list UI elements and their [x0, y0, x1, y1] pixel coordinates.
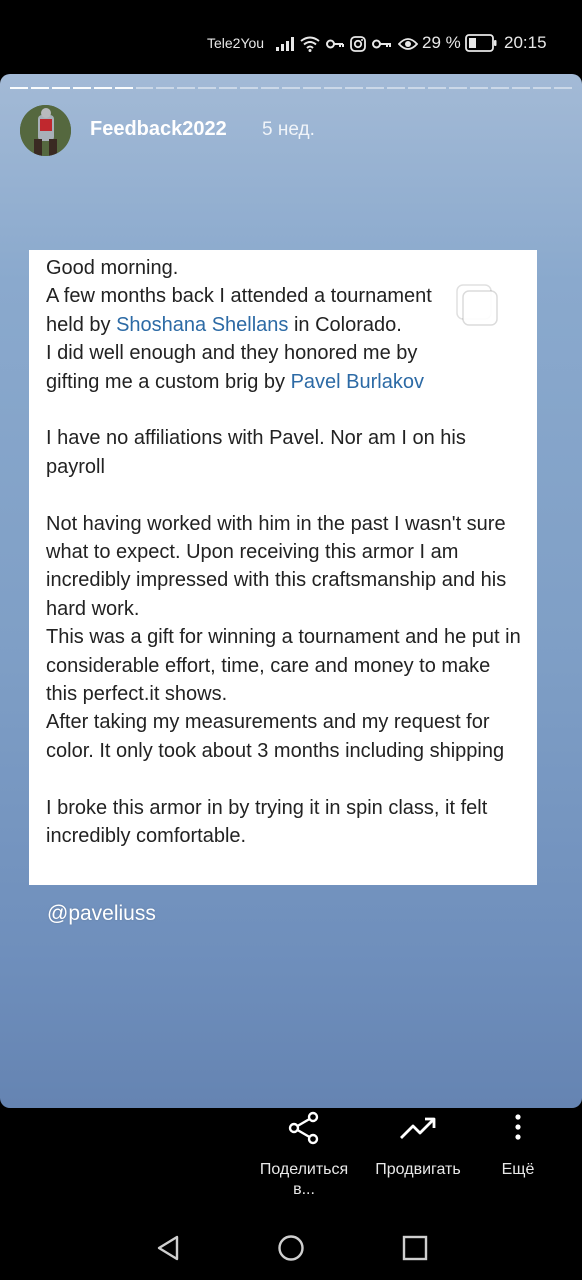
progress-segment: [365, 87, 384, 89]
progress-segment: [198, 87, 217, 89]
instagram-icon: [350, 36, 366, 52]
progress-segment: [93, 87, 112, 89]
carrier-name: Tele2You: [207, 35, 265, 51]
progress-segment: [449, 87, 468, 89]
link-shoshana-shellans[interactable]: Shoshana Shellans: [116, 314, 288, 336]
post-line: gifting me a custom brig by Pavel Burlak…: [46, 370, 424, 393]
progress-segment: [114, 87, 133, 89]
post-line: I did well enough and they honored me by: [46, 342, 418, 365]
status-icons: [276, 32, 418, 56]
key-icon-2: [372, 39, 391, 49]
post-paragraph: This was a gift for winning a tournament…: [46, 626, 521, 706]
progress-segment: [407, 87, 426, 89]
post-text: Good morning. A few months back I attend…: [46, 254, 526, 850]
key-icon: [326, 39, 344, 49]
post-line: A few months back I attended a tournamen…: [46, 285, 432, 308]
progress-segment: [51, 87, 70, 89]
promote-button[interactable]: Продвигать: [367, 1108, 469, 1180]
post-paragraph: I broke this armor in by trying it in sp…: [46, 796, 488, 848]
progress-segment: [491, 87, 510, 89]
copy-icon: [456, 284, 498, 326]
story-action-bar: Поделиться в... Продвигать Ещё: [0, 1108, 582, 1218]
eye-icon: [398, 38, 418, 50]
progress-segment: [428, 87, 447, 89]
share-button[interactable]: Поделиться в...: [254, 1108, 354, 1200]
more-vertical-icon: [515, 1114, 521, 1140]
progress-segment: [219, 87, 238, 89]
progress-segment: [261, 87, 279, 89]
progress-segment: [72, 87, 91, 89]
more-button[interactable]: Ещё: [494, 1108, 542, 1180]
post-age: 5 нед.: [262, 119, 315, 140]
share-label: Поделиться в...: [259, 1161, 349, 1198]
more-label: Ещё: [501, 1161, 535, 1178]
post-line: Good morning.: [46, 257, 179, 279]
back-icon[interactable]: [155, 1234, 181, 1262]
mention-sticker[interactable]: @paveliuss: [47, 902, 156, 926]
progress-segment: [156, 87, 175, 89]
share-icon: [288, 1111, 319, 1145]
promote-label: Продвигать: [375, 1161, 461, 1178]
system-navigation-bar: [0, 1218, 582, 1280]
signal-icon: [276, 37, 294, 51]
avatar[interactable]: [20, 105, 71, 156]
progress-segment: [470, 87, 489, 89]
trending-up-icon: [400, 1117, 436, 1139]
progress-segment: [323, 87, 342, 89]
story-progress-bar: [10, 87, 572, 89]
status-bar: Tele2You 29 % 20:15: [0, 0, 582, 74]
post-line: held by Shoshana Shellans in Colorado.: [46, 313, 402, 336]
home-icon[interactable]: [277, 1234, 305, 1262]
progress-segment: [386, 87, 405, 89]
progress-segment: [281, 87, 300, 89]
progress-segment: [553, 87, 572, 89]
clock: 20:15: [504, 33, 547, 52]
progress-segment: [10, 87, 28, 89]
progress-segment: [240, 87, 259, 89]
progress-segment: [512, 87, 531, 89]
progress-segment: [177, 87, 196, 89]
post-paragraph: Not having worked with him in the past I…: [46, 512, 507, 620]
progress-segment: [344, 87, 363, 89]
post-paragraph: I have no affiliations with Pavel. Nor a…: [46, 427, 466, 478]
story-viewer[interactable]: Feedback2022 5 нед. Good morning. A few …: [0, 74, 582, 1108]
progress-segment: [30, 87, 49, 89]
wifi-icon: [300, 36, 320, 52]
link-pavel-burlakov[interactable]: Pavel Burlakov: [291, 371, 424, 393]
username[interactable]: Feedback2022: [90, 118, 227, 141]
battery-percent: 29 %: [422, 33, 461, 52]
recents-icon[interactable]: [402, 1234, 428, 1262]
progress-segment: [302, 87, 321, 89]
progress-segment: [135, 87, 154, 89]
battery-icon: [465, 34, 497, 52]
post-paragraph: After taking my measurements and my requ…: [46, 711, 505, 762]
post-screenshot: Good morning. A few months back I attend…: [29, 250, 537, 885]
progress-segment: [533, 87, 551, 89]
